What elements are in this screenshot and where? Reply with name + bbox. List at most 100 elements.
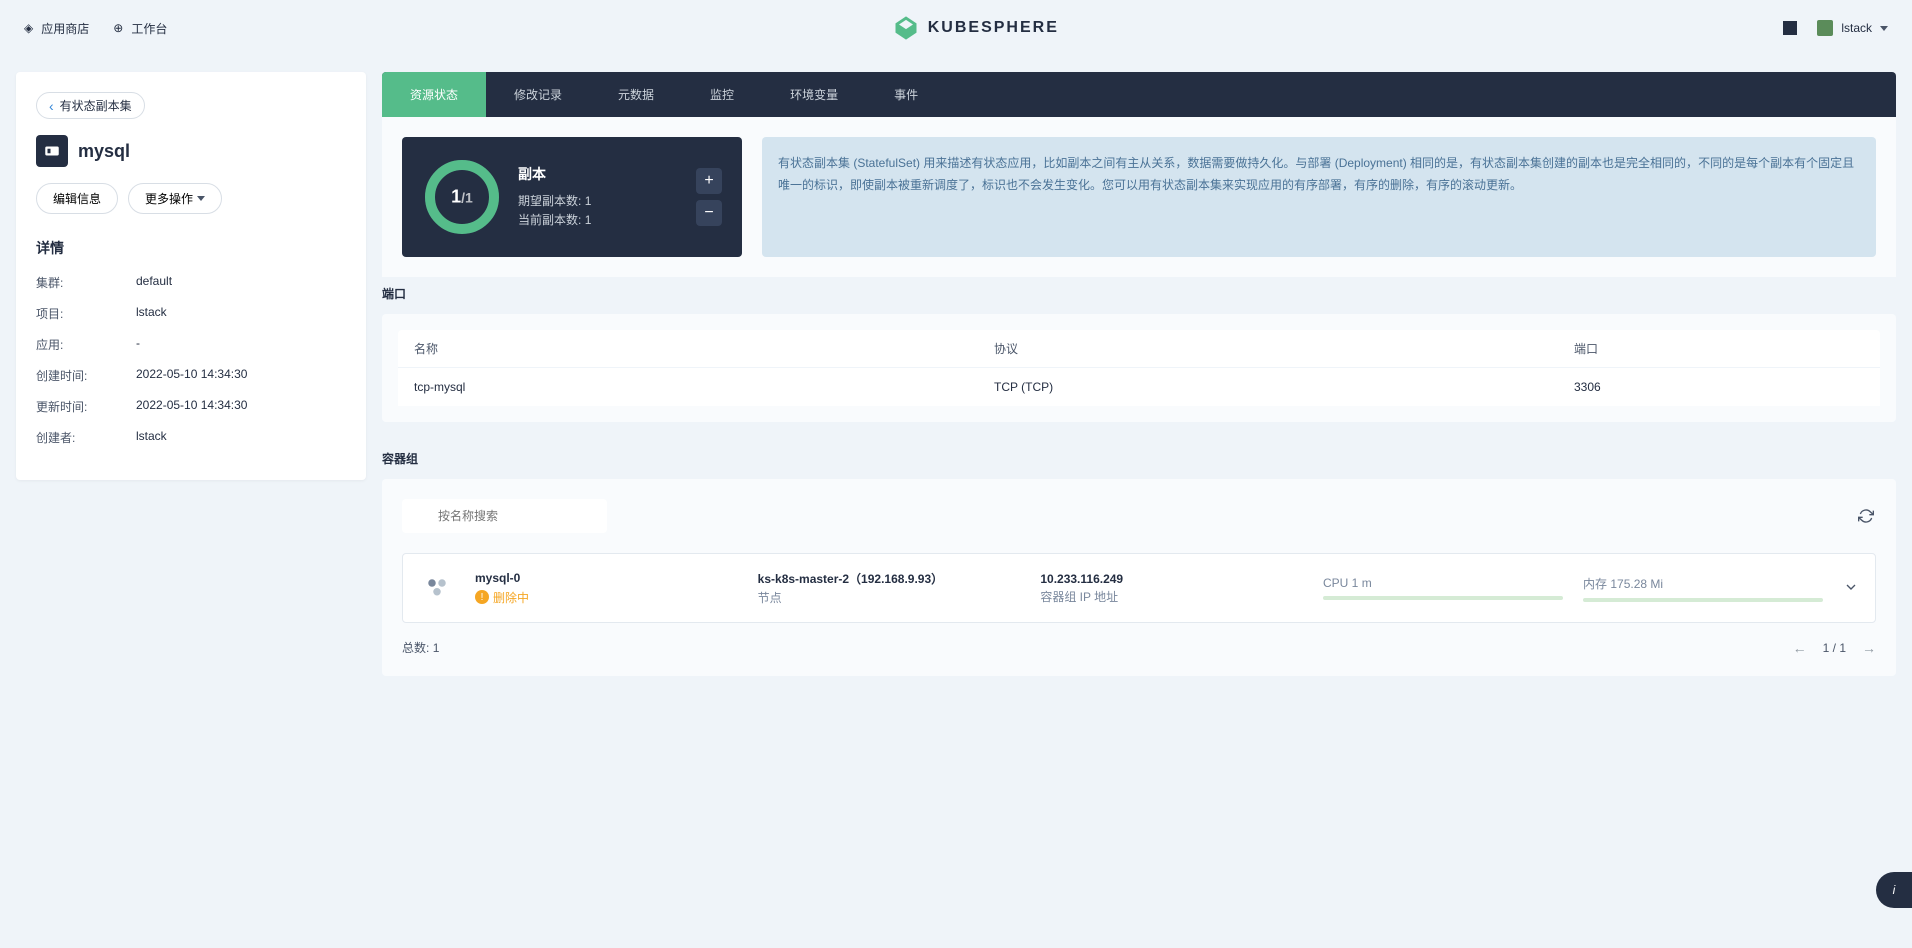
details-list: 集群:default项目:lstack应用:-创建时间:2022-05-10 1…	[36, 274, 346, 446]
total-value: 1	[433, 641, 440, 655]
pod-ip-label: 容器组 IP 地址	[1040, 588, 1303, 605]
username: lstack	[1841, 21, 1872, 35]
detail-row: 应用:-	[36, 336, 346, 353]
detail-label: 集群:	[36, 274, 136, 291]
mem-bar	[1583, 598, 1823, 602]
edit-info-label: 编辑信息	[53, 190, 101, 207]
pod-section-body: mysql-0 !删除中 ks-k8s-master-2（192.168.9.9…	[382, 479, 1896, 676]
page-prev-button[interactable]: ←	[1793, 640, 1807, 656]
warning-icon: !	[475, 590, 489, 604]
user-menu[interactable]: lstack	[1817, 20, 1888, 36]
table-row: tcp-mysqlTCP (TCP)3306	[398, 367, 1880, 406]
header-left: ◈ 应用商店 ⊕ 工作台	[24, 20, 167, 37]
pod-node-col: ks-k8s-master-2（192.168.9.93） 节点	[758, 570, 1021, 606]
content: 资源状态修改记录元数据监控环境变量事件 1/1 副本 期望副本数: 1	[382, 72, 1896, 696]
detail-row: 创建时间:2022-05-10 14:34:30	[36, 367, 346, 384]
pod-name: mysql-0	[475, 571, 738, 585]
detail-value: lstack	[136, 429, 167, 446]
breadcrumb-label: 有状态副本集	[60, 97, 132, 114]
detail-label: 创建时间:	[36, 367, 136, 384]
appstore-icon: ◈	[24, 21, 33, 35]
current-line: 当前副本数: 1	[518, 211, 680, 228]
pod-card[interactable]: mysql-0 !删除中 ks-k8s-master-2（192.168.9.9…	[402, 553, 1876, 623]
header-protocol: 协议	[994, 340, 1574, 357]
replica-total: 1	[465, 190, 473, 206]
pod-status: !删除中	[475, 589, 738, 606]
detail-row: 创建者:lstack	[36, 429, 346, 446]
resource-title: mysql	[36, 135, 346, 167]
port-name: tcp-mysql	[414, 380, 994, 394]
current-value: 1	[585, 213, 592, 227]
workspace-link[interactable]: ⊕ 工作台	[113, 20, 167, 37]
header-center: KUBESPHERE	[167, 14, 1783, 42]
detail-value: 2022-05-10 14:34:30	[136, 367, 247, 384]
pod-name-col: mysql-0 !删除中	[475, 571, 738, 606]
tab-事件[interactable]: 事件	[866, 72, 946, 117]
edit-info-button[interactable]: 编辑信息	[36, 183, 118, 214]
avatar-icon	[1817, 20, 1833, 36]
appstore-link[interactable]: ◈ 应用商店	[24, 20, 89, 37]
sidebar: ‹ 有状态副本集 mysql 编辑信息 更多操作 详情 集群:default项目…	[16, 72, 366, 480]
help-fab[interactable]: i	[1876, 872, 1912, 908]
replica-buttons: + −	[696, 168, 722, 226]
replica-status-card: 1/1 副本 期望副本数: 1 当前副本数: 1 + −	[402, 137, 742, 257]
total-count: 总数: 1	[402, 639, 439, 656]
more-actions-button[interactable]: 更多操作	[128, 183, 222, 214]
page-indicator: 1 / 1	[1823, 641, 1846, 655]
detail-value: 2022-05-10 14:34:30	[136, 398, 247, 415]
workspace-icon: ⊕	[113, 21, 123, 35]
desired-label: 期望副本数:	[518, 194, 581, 208]
detail-value: -	[136, 336, 140, 353]
scale-down-button[interactable]: −	[696, 200, 722, 226]
cpu-bar	[1323, 596, 1563, 600]
pods-section: 容器组 mysql-0 !删除中	[382, 442, 1896, 696]
logo-icon	[892, 14, 920, 42]
resource-name: mysql	[78, 141, 130, 162]
search-wrapper	[402, 499, 1844, 533]
pod-mem-col: 内存 175.28 Mi	[1583, 575, 1823, 602]
detail-label: 更新时间:	[36, 398, 136, 415]
replica-current: 1	[451, 187, 461, 207]
logo-text: KUBESPHERE	[928, 19, 1059, 37]
workspace-label: 工作台	[131, 20, 167, 37]
pod-icon	[419, 570, 455, 606]
desired-line: 期望副本数: 1	[518, 192, 680, 209]
ports-title: 端口	[382, 277, 1896, 314]
expand-button[interactable]	[1843, 579, 1859, 598]
details-title: 详情	[36, 238, 346, 258]
breadcrumb-back[interactable]: ‹ 有状态副本集	[36, 92, 145, 119]
total-label: 总数:	[402, 641, 429, 655]
notification-icon[interactable]	[1783, 21, 1797, 35]
tab-监控[interactable]: 监控	[682, 72, 762, 117]
action-buttons: 编辑信息 更多操作	[36, 183, 346, 214]
tab-环境变量[interactable]: 环境变量	[762, 72, 866, 117]
tab-元数据[interactable]: 元数据	[590, 72, 682, 117]
ports-body: tcp-mysqlTCP (TCP)3306	[398, 367, 1880, 406]
mem-label: 内存 175.28 Mi	[1583, 575, 1823, 592]
pods-title: 容器组	[382, 442, 1896, 479]
ports-section: 端口 名称 协议 端口 tcp-mysqlTCP (TCP)3306	[382, 277, 1896, 442]
header-name: 名称	[414, 340, 994, 357]
page-next-button[interactable]: →	[1862, 640, 1876, 656]
search-input[interactable]	[402, 499, 607, 533]
scale-up-button[interactable]: +	[696, 168, 722, 194]
pod-ip-col: 10.233.116.249 容器组 IP 地址	[1040, 572, 1303, 605]
search-bar	[402, 499, 1876, 533]
header-right: lstack	[1783, 20, 1888, 36]
ports-table-header: 名称 协议 端口	[398, 330, 1880, 367]
port-protocol: TCP (TCP)	[994, 380, 1574, 394]
pod-ip: 10.233.116.249	[1040, 572, 1303, 586]
logo[interactable]: KUBESPHERE	[892, 14, 1059, 42]
caret-down-icon	[1880, 26, 1888, 31]
more-actions-label: 更多操作	[145, 190, 193, 207]
chevron-left-icon: ‹	[49, 98, 54, 114]
cpu-label: CPU 1 m	[1323, 576, 1563, 590]
refresh-button[interactable]	[1856, 506, 1876, 526]
detail-row: 项目:lstack	[36, 305, 346, 322]
pod-node: ks-k8s-master-2（192.168.9.93）	[758, 570, 1021, 587]
tab-修改记录[interactable]: 修改记录	[486, 72, 590, 117]
detail-row: 更新时间:2022-05-10 14:34:30	[36, 398, 346, 415]
tab-资源状态[interactable]: 资源状态	[382, 72, 486, 117]
status-title: 副本	[518, 164, 680, 184]
pod-cpu-col: CPU 1 m	[1323, 576, 1563, 600]
